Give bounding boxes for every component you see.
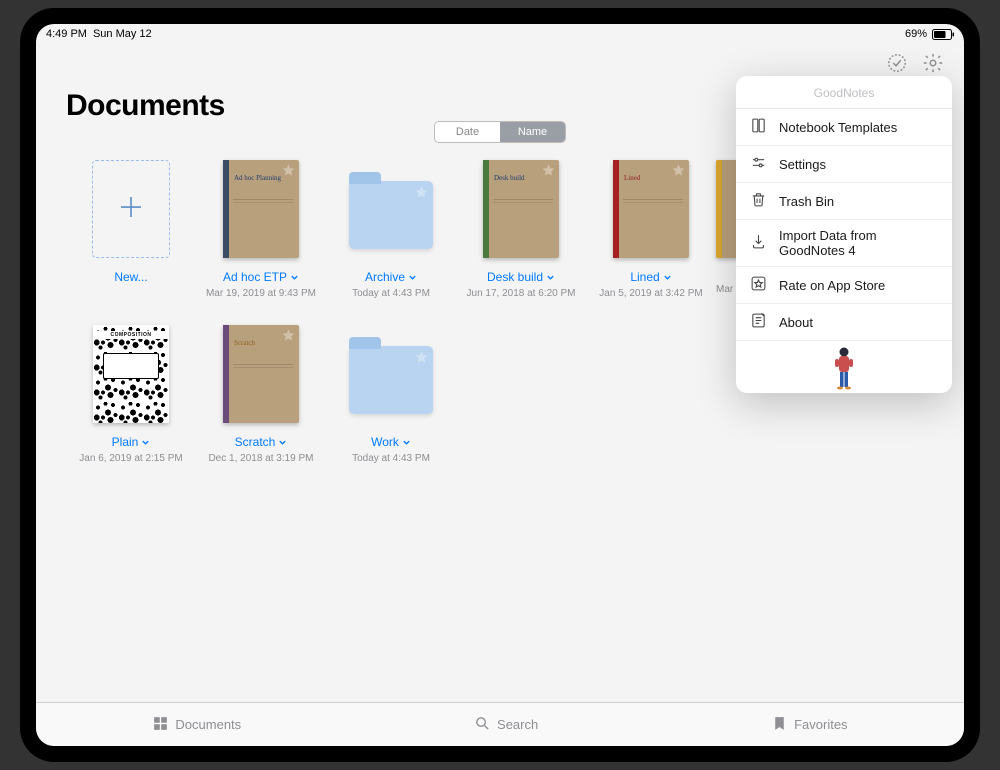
menu-rate[interactable]: Rate on App Store [736, 267, 952, 304]
star-icon [541, 163, 556, 183]
star-outline-icon [750, 275, 767, 295]
star-icon [671, 163, 686, 183]
segment-date[interactable]: Date [435, 122, 500, 142]
status-time: 4:49 PM [46, 28, 87, 40]
star-icon [281, 328, 296, 348]
chevron-down-icon [663, 273, 672, 282]
status-bar: 4:49 PM Sun May 12 69% [36, 24, 964, 44]
doc-item[interactable]: Ad hoc Planning Ad hoc ETP Mar 19, 2019 … [196, 154, 326, 299]
star-icon [281, 163, 296, 183]
menu-notebook-templates[interactable]: Notebook Templates [736, 109, 952, 146]
chevron-down-icon [546, 273, 555, 282]
grid-icon [152, 715, 169, 735]
search-icon [474, 715, 491, 735]
check-circle-icon[interactable] [886, 52, 908, 79]
doc-item[interactable]: Archive Today at 4:43 PM [326, 154, 456, 299]
menu-settings[interactable]: Settings [736, 146, 952, 183]
doc-item[interactable]: Desk build Desk build Jun 17, 2018 at 6:… [456, 154, 586, 299]
doc-item[interactable]: Lined Lined Jan 5, 2019 at 3:42 PM [586, 154, 716, 299]
star-icon [414, 185, 429, 205]
sort-segment[interactable]: Date Name [434, 121, 566, 143]
sliders-icon [750, 154, 767, 174]
about-icon [750, 312, 767, 332]
gear-icon[interactable] [922, 52, 944, 79]
tab-search[interactable]: Search [474, 715, 538, 735]
settings-popover: GoodNotes Notebook Templates Settings Tr… [736, 76, 952, 393]
popover-title: GoodNotes [736, 76, 952, 109]
segment-name[interactable]: Name [500, 122, 565, 142]
chevron-down-icon [141, 438, 150, 447]
tab-documents[interactable]: Documents [152, 715, 241, 735]
star-icon [414, 350, 429, 370]
menu-about[interactable]: About [736, 304, 952, 341]
bookmark-icon [771, 715, 788, 735]
battery-icon [932, 29, 954, 40]
doc-item[interactable]: COMPOSITION Plain Jan 6, 2019 at 2:15 PM [66, 319, 196, 464]
chevron-down-icon [290, 273, 299, 282]
new-label: New... [114, 270, 147, 284]
page-title: Documents [66, 89, 225, 123]
doc-item[interactable]: Work Today at 4:43 PM [326, 319, 456, 464]
tab-bar: Documents Search Favorites [36, 702, 964, 746]
status-battery-pct: 69% [905, 28, 927, 40]
popover-illustration [736, 341, 952, 393]
chevron-down-icon [408, 273, 417, 282]
import-icon [750, 233, 767, 253]
menu-trash-bin[interactable]: Trash Bin [736, 183, 952, 220]
status-date: Sun May 12 [93, 28, 152, 40]
trash-icon [750, 191, 767, 211]
templates-icon [750, 117, 767, 137]
new-document-tile[interactable]: New... [66, 154, 196, 299]
menu-import-data[interactable]: Import Data from GoodNotes 4 [736, 220, 952, 267]
tab-favorites[interactable]: Favorites [771, 715, 847, 735]
chevron-down-icon [278, 438, 287, 447]
chevron-down-icon [402, 438, 411, 447]
doc-item[interactable]: Scratch Scratch Dec 1, 2018 at 3:19 PM [196, 319, 326, 464]
plus-icon [116, 192, 146, 227]
